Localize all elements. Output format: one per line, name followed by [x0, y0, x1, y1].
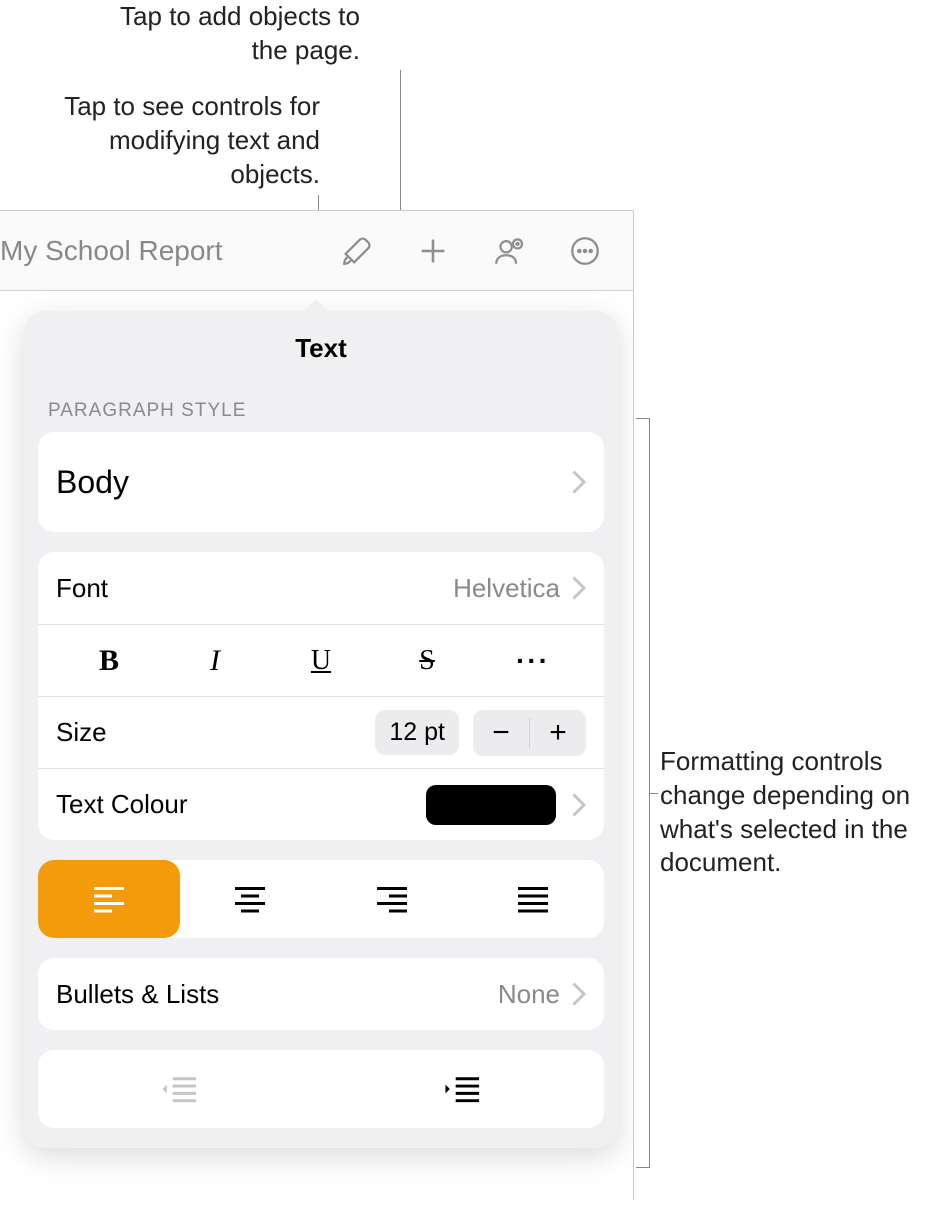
- more-circle-icon[interactable]: [547, 221, 623, 281]
- popover-arrow: [302, 299, 330, 313]
- bullets-label: Bullets & Lists: [56, 979, 498, 1010]
- callout-format-controls: Tap to see controls for modifying text a…: [40, 90, 320, 191]
- popover-title: Text: [24, 311, 618, 382]
- indent-card: [38, 1050, 604, 1128]
- font-row[interactable]: Font Helvetica: [38, 552, 604, 624]
- more-text-options-button[interactable]: ···: [480, 625, 586, 696]
- app-window: My School Report: [0, 210, 634, 1200]
- text-colour-label: Text Colour: [56, 789, 426, 820]
- underline-button[interactable]: U: [268, 625, 374, 696]
- paragraph-style-card[interactable]: Body: [38, 432, 604, 532]
- bullets-card[interactable]: Bullets & Lists None: [38, 958, 604, 1030]
- font-value: Helvetica: [453, 573, 560, 604]
- indent-button[interactable]: [321, 1050, 604, 1128]
- size-increase-button[interactable]: +: [530, 710, 586, 756]
- format-brush-icon[interactable]: [319, 221, 395, 281]
- align-center-button[interactable]: [180, 860, 322, 938]
- alignment-card: [38, 860, 604, 938]
- italic-button[interactable]: I: [162, 625, 268, 696]
- document-title: My School Report: [0, 235, 319, 267]
- callout-side-note: Formatting controls change depending on …: [660, 745, 930, 880]
- chevron-right-icon: [570, 982, 586, 1006]
- align-right-button[interactable]: [321, 860, 463, 938]
- size-label: Size: [56, 717, 375, 748]
- outdent-button[interactable]: [38, 1050, 321, 1128]
- collaborate-icon[interactable]: [471, 221, 547, 281]
- leader-line: [650, 793, 658, 794]
- size-value[interactable]: 12 pt: [375, 710, 459, 755]
- strikethrough-button[interactable]: S: [374, 625, 480, 696]
- bold-button[interactable]: B: [56, 625, 162, 696]
- size-row: Size 12 pt − +: [38, 696, 604, 768]
- font-label: Font: [56, 573, 453, 604]
- font-card: Font Helvetica B I U S ··· Size 12 pt − …: [38, 552, 604, 840]
- bullets-value: None: [498, 979, 560, 1010]
- chevron-right-icon: [570, 576, 586, 600]
- chevron-right-icon: [570, 470, 586, 494]
- colour-swatch: [426, 785, 556, 825]
- toolbar: My School Report: [0, 211, 633, 291]
- bracket: [636, 418, 650, 1168]
- format-popover: Text PARAGRAPH STYLE Body Font Helvetica…: [24, 311, 618, 1148]
- callout-add-objects: Tap to add objects to the page.: [120, 0, 360, 68]
- plus-icon[interactable]: [395, 221, 471, 281]
- paragraph-style-label: PARAGRAPH STYLE: [24, 382, 618, 432]
- align-left-button[interactable]: [38, 860, 180, 938]
- chevron-right-icon: [570, 793, 586, 817]
- paragraph-style-value: Body: [56, 464, 570, 501]
- size-decrease-button[interactable]: −: [473, 710, 529, 756]
- size-stepper: − +: [473, 710, 586, 756]
- text-style-row: B I U S ···: [38, 624, 604, 696]
- align-justify-button[interactable]: [463, 860, 605, 938]
- leader-line: [400, 70, 401, 232]
- text-colour-row[interactable]: Text Colour: [38, 768, 604, 840]
